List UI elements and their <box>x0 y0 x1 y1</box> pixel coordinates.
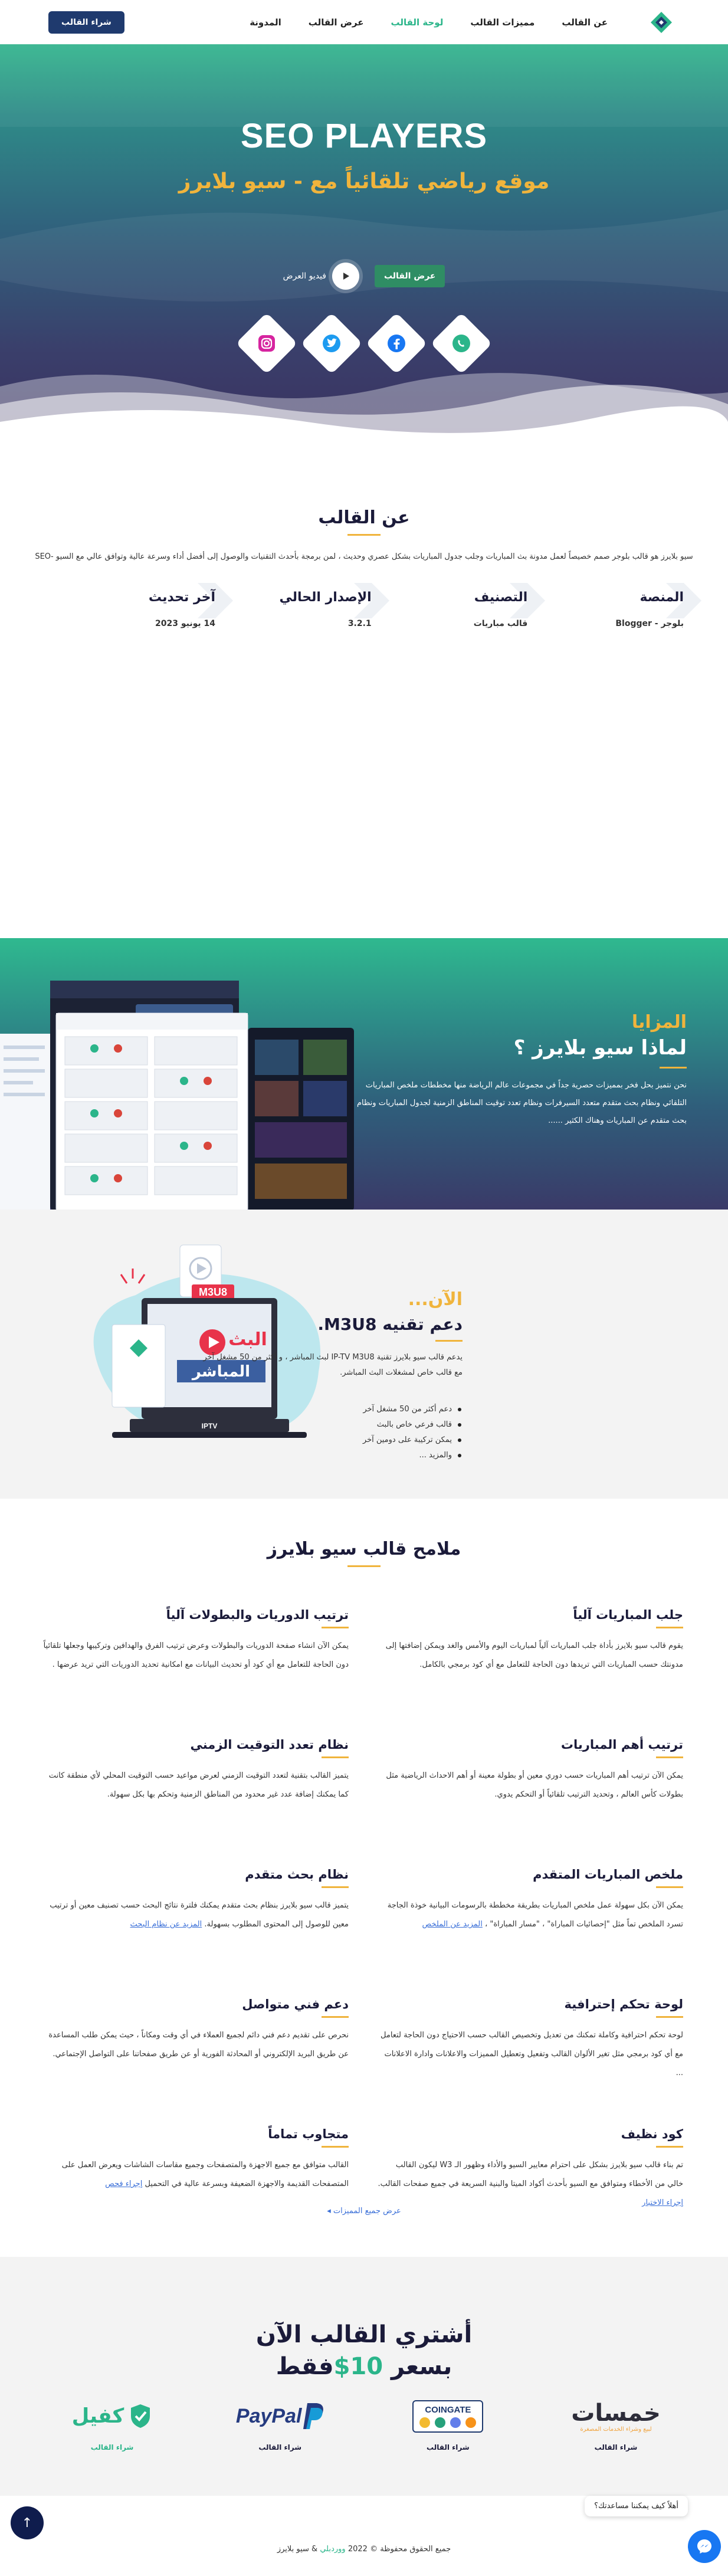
shield-icon <box>131 2404 150 2428</box>
spec-category: التصنيف قالب مباريات <box>409 583 546 628</box>
feature-auto-fetch: جلب المباريات آلياً يقوم قالب سيو بلايرز… <box>385 1608 683 1669</box>
why-section: المزايا لماذا سيو بلايرز ؟ نحن نتميز بحل… <box>0 938 728 1210</box>
play-icon <box>332 263 359 290</box>
arrow-up-icon: ↑ <box>21 2515 33 2531</box>
vendor-kafeel[interactable]: كفيل شراء القالب <box>50 2393 174 2452</box>
bitcoin-icon <box>465 2417 477 2428</box>
features-section: ملامح قالب سيو بلايرز جلب المباريات آليا… <box>0 1499 728 2257</box>
list-item: يمكن تركيبة على دومين آخر <box>203 1433 461 1448</box>
paypal-icon <box>303 2403 324 2429</box>
m3u8-heading: دعم تقنيه M3U8. <box>317 1315 463 1334</box>
demo-button[interactable]: عرض القالب <box>374 265 445 287</box>
vendor-list: خمسات لبيع وشراء الخدمات المصغرة شراء ال… <box>50 2393 678 2452</box>
heading-underline <box>660 1067 687 1069</box>
feature-clean-code: كود نظيف تم بناء قالب سيو بلايرز بشكل عل… <box>378 2127 683 2207</box>
chevron-left-icon: ◂ <box>327 2207 331 2216</box>
why-tag: المزايا <box>631 1012 687 1033</box>
price: 10$ <box>333 2353 383 2380</box>
vendor-coingate[interactable]: COINGATE شراء القالب <box>386 2393 510 2452</box>
nav-about[interactable]: عن القالب <box>562 17 608 28</box>
why-text-block: المزايا لماذا سيو بلايرز ؟ نحن نتميز بحل… <box>356 1012 687 1130</box>
heading-underline <box>347 1565 381 1567</box>
hero-cta: عرض القالب فيديو العرض <box>0 263 728 290</box>
scroll-top-button[interactable]: ↑ <box>11 2506 44 2539</box>
m3u8-text-block: الآن... دعم تقنيه M3U8. يدعم قالب سيو بل… <box>203 1289 463 1463</box>
m3u8-text: يدعم قالب سيو بلايرز تقنية IP-TV M3U8 لب… <box>203 1353 463 1377</box>
all-features-label: عرض جميع المميزات <box>333 2207 401 2216</box>
feature-match-summary: ملخص المباريات المتقدم يمكن الآن بكل سهو… <box>387 1867 683 1929</box>
m3u8-list: دعم أكثر من 50 مشغل آخر قالب فرعي خاص با… <box>203 1402 463 1463</box>
facebook-icon <box>386 333 406 353</box>
crypto-icons <box>419 2417 477 2428</box>
list-item: قالب فرعي خاص بالبث <box>203 1417 461 1433</box>
social-links <box>0 312 728 375</box>
responsive-test-link[interactable]: إجراء فحص <box>105 2180 142 2188</box>
feature-league-tables: ترتيب الدوريات والبطولات آلياً يمكن الآن… <box>43 1608 349 1669</box>
hero-subtitle: موقع رياضي تلقائياً مع - سيو بلايرز <box>178 169 550 194</box>
site-logo[interactable] <box>643 4 680 41</box>
feature-dashboard: لوحة تحكم إحترافية لوحة تحكم احترافية وك… <box>381 1997 683 2077</box>
m3u8-tag: الآن... <box>408 1289 463 1310</box>
video-label: فيديو العرض <box>283 271 326 281</box>
top-nav: عن القالب مميزات القالب لوحة القالب عرض … <box>0 0 728 44</box>
messenger-icon <box>697 2539 711 2554</box>
ethereum-icon <box>450 2417 461 2428</box>
summary-more-link[interactable]: المزيد عن الملخص <box>422 1920 483 1929</box>
buy-section: أشتري القالب الآن بسعر 10$فقط خمسات لبيع… <box>0 2257 728 2496</box>
dashboard-mockup <box>0 981 354 1210</box>
feature-timezones: نظام تعدد التوقيت الزمني يتميز القالب بت… <box>48 1738 349 1799</box>
nav-blog[interactable]: المدونة <box>250 17 281 28</box>
binance-icon <box>419 2417 431 2428</box>
spec-list: المنصة بلوجر - Blogger التصنيف قالب مبار… <box>0 583 728 628</box>
feature-support: دعم فني متواصل نحرص على تقديم دعم فني دا… <box>48 1997 349 2059</box>
why-heading: لماذا سيو بلايرز ؟ <box>513 1036 687 1060</box>
vendor-khamsat[interactable]: خمسات لبيع وشراء الخدمات المصغرة شراء ال… <box>554 2393 678 2452</box>
code-test-link[interactable]: إجراء الاختبار <box>642 2198 683 2207</box>
spec-platform: المنصة بلوجر - Blogger <box>566 583 701 628</box>
footer: جميع الحقوق محفوظة © 2022 ووردبلي & سيو … <box>0 2496 728 2576</box>
khamsat-logo: خمسات لبيع وشراء الخدمات المصغرة <box>571 2399 661 2433</box>
buy-button[interactable]: شراء القالب <box>48 11 124 34</box>
coingate-logo: COINGATE <box>386 2393 510 2440</box>
twitter-icon <box>322 333 342 353</box>
feature-responsive: متجاوب تماماً القالب متوافق مع جميع الاج… <box>61 2127 349 2188</box>
spec-version: الإصدار الحالي 3.2.1 <box>254 583 389 628</box>
nav-demo[interactable]: عرض القالب <box>309 17 364 28</box>
feature-search: نظام بحث متقدم يتميز قالب سيو بلايرز بنظ… <box>50 1867 349 1929</box>
nav-dashboard[interactable]: لوحة القالب <box>391 17 443 28</box>
hero-section: SEO PLAYERS موقع رياضي تلقائياً مع - سيو… <box>0 44 728 451</box>
tether-icon <box>435 2417 446 2428</box>
why-text: نحن نتميز بحل فخر بمميزات حصرية جداً في … <box>357 1081 687 1125</box>
copyright: جميع الحقوق محفوظة © 2022 ووردبلي & سيو … <box>277 2545 451 2554</box>
main-menu: عن القالب مميزات القالب لوحة القالب عرض … <box>124 17 608 28</box>
list-item: والمزيد ... <box>203 1448 461 1463</box>
logo-icon <box>651 11 672 33</box>
heading-underline <box>347 534 381 536</box>
video-button[interactable]: فيديو العرض <box>283 263 359 290</box>
whatsapp-icon <box>451 333 471 353</box>
spec-updated: آخر تحديث 14 يونيو 2023 <box>97 583 234 628</box>
all-features-link[interactable]: عرض جميع المميزات ◂ <box>0 2207 728 2216</box>
list-item: دعم أكثر من 50 مشغل آخر <box>203 1402 461 1417</box>
wordplay-link[interactable]: ووردبلي <box>320 2545 345 2554</box>
vendor-paypal[interactable]: PayPal شراء القالب <box>218 2393 342 2452</box>
nav-features[interactable]: مميزات القالب <box>470 17 534 28</box>
paypal-logo: PayPal <box>218 2393 342 2440</box>
hero-title: SEO PLAYERS <box>240 117 488 155</box>
messenger-button[interactable] <box>688 2530 721 2563</box>
features-heading: ملامح قالب سيو بلايرز <box>267 1539 461 1559</box>
about-text: سيو بلايرز هو قالب بلوجر صمم خصيصاً لعمل… <box>35 552 693 561</box>
heading-underline <box>435 1340 463 1342</box>
feature-top-matches: ترتيب أهم المباريات يمكن الآن ترتيب أهم … <box>386 1738 683 1799</box>
buy-heading: أشتري القالب الآن بسعر 10$فقط <box>255 2321 473 2380</box>
about-heading: عن القالب <box>318 507 410 528</box>
about-section: عن القالب سيو بلايرز هو قالب بلوجر صمم خ… <box>0 451 728 938</box>
search-more-link[interactable]: المزيد عن نظام البحث <box>130 1920 202 1929</box>
m3u8-section: M3U8 البث المباشر IPTV الآن... دعم تقنيه… <box>0 1210 728 1499</box>
hero-waves <box>0 373 728 451</box>
instagram-icon <box>257 333 277 353</box>
kafeel-logo: كفيل <box>50 2393 174 2440</box>
features-grid: جلب المباريات آلياً يقوم قالب سيو بلايرز… <box>43 1608 683 2257</box>
